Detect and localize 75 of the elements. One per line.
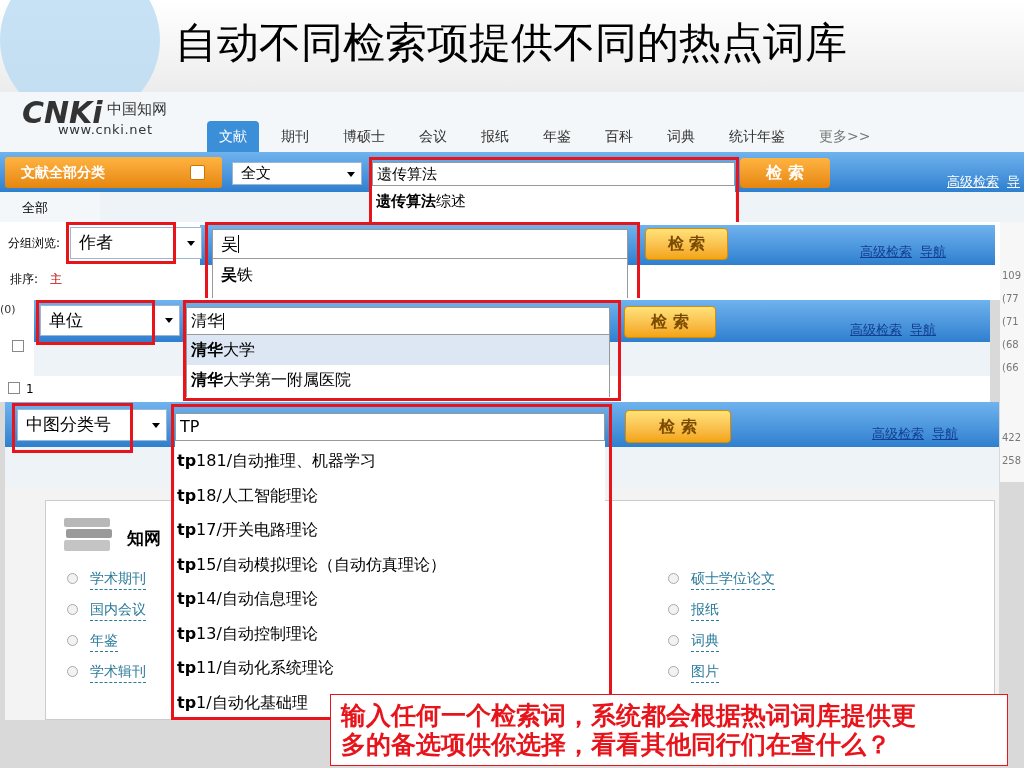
portal-link[interactable]: 报纸 xyxy=(691,598,719,621)
portal-title: 知网 xyxy=(127,527,161,550)
tab[interactable]: 更多>> xyxy=(807,121,883,152)
text-cursor xyxy=(238,235,239,253)
search-button[interactable]: 检 索 xyxy=(645,228,728,260)
nav-link[interactable]: 导 xyxy=(1007,172,1020,192)
checkbox[interactable] xyxy=(12,340,24,352)
tab[interactable]: 报纸 xyxy=(469,121,521,152)
nav-link[interactable]: 导航 xyxy=(932,424,958,444)
suggestion-item: tp14/自动信息理论 xyxy=(177,588,318,611)
suggestion-item: tp11/自动化系统理论 xyxy=(177,657,334,680)
portal-link[interactable]: 国内会议 xyxy=(90,598,146,621)
nav-link[interactable]: 高级检索 xyxy=(850,320,902,340)
count-text: 422 xyxy=(1001,431,1023,445)
sort-label: 排序: xyxy=(10,271,39,288)
nav-link[interactable]: 导航 xyxy=(920,242,946,262)
suggestion-item: tp15/自动模拟理论（自动仿真理论） xyxy=(177,553,446,576)
caret-icon xyxy=(152,423,160,428)
search-field[interactable]: TP xyxy=(175,413,605,441)
nav-link[interactable]: 高级检索 xyxy=(860,242,912,262)
logo-text: 中国知网 xyxy=(106,99,167,120)
suggestion-item: tp17/开关电路理论 xyxy=(177,519,318,542)
search-button[interactable]: 检 索 xyxy=(624,306,716,338)
portal-link[interactable]: 年鉴 xyxy=(90,629,118,652)
tab[interactable]: 会议 xyxy=(407,121,459,152)
count-text: 258 xyxy=(1001,454,1023,468)
suggestion-item: tp13/自动控制理论 xyxy=(177,622,318,645)
portal-link[interactable]: 图片 xyxy=(691,660,719,683)
nav-link[interactable]: 导航 xyxy=(910,320,936,340)
count-text: (77 xyxy=(1001,292,1020,306)
caret-icon xyxy=(347,172,355,177)
suggestion-item: 遗传算法综述 xyxy=(376,192,466,210)
count-text: 109 xyxy=(1001,269,1023,283)
count-text: (66 xyxy=(1001,361,1020,375)
search-button[interactable]: 检 索 xyxy=(625,410,731,443)
field-select[interactable]: 单位 xyxy=(40,305,180,336)
sort-option[interactable]: 主 xyxy=(50,270,62,288)
row-number: 1 xyxy=(26,381,34,398)
count-text: (68 xyxy=(1001,338,1020,352)
dropdown-icon xyxy=(190,165,205,180)
count-text: (71 xyxy=(1001,315,1020,329)
suggestion-item: tp18/人工智能理论 xyxy=(177,484,318,507)
suggestion-item: 吴铁 xyxy=(221,265,253,284)
checkbox[interactable] xyxy=(8,382,20,394)
tab[interactable]: 文献 xyxy=(207,121,259,152)
portal-link[interactable]: 学术期刊 xyxy=(90,567,146,590)
tab[interactable]: 词典 xyxy=(655,121,707,152)
search-field[interactable]: 遗传算法 xyxy=(372,162,735,186)
portal-link[interactable]: 词典 xyxy=(691,629,719,652)
search-field[interactable]: 清华 xyxy=(186,307,610,335)
count-text: (0) xyxy=(0,302,16,318)
group-label: 分组浏览: xyxy=(8,235,61,252)
field-select[interactable]: 作者 xyxy=(70,227,202,259)
tab[interactable]: 百科 xyxy=(593,121,645,152)
slide-title: 自动不同检索项提供不同的热点词库 xyxy=(175,22,847,64)
nav-link[interactable]: 高级检索 xyxy=(872,424,924,444)
tab[interactable]: 博硕士 xyxy=(331,121,397,152)
tab[interactable]: 期刊 xyxy=(269,121,321,152)
field-select[interactable]: 中图分类号 xyxy=(17,409,167,441)
caret-icon xyxy=(187,241,195,246)
books-icon xyxy=(62,516,114,554)
field-select[interactable]: 全文 xyxy=(232,162,362,185)
portal-link[interactable]: 硕士学位论文 xyxy=(691,567,775,590)
suggestion-item: tp181/自动推理、机器学习 xyxy=(177,450,377,473)
callout-text: 输入任何一个检索词，系统都会根据热词词库提供更多的备选项供你选择，看看其他同行们在查什么？ xyxy=(341,701,917,759)
suggestion-item: tp1/自动化基础理 xyxy=(177,691,308,714)
portal-link[interactable]: 学术辑刊 xyxy=(90,660,146,683)
caret-icon xyxy=(165,318,173,323)
subnav-item[interactable]: 全部 xyxy=(22,198,48,218)
text-cursor xyxy=(223,312,224,330)
search-field[interactable]: 吴 xyxy=(212,229,628,259)
nav-link[interactable]: 高级检索 xyxy=(947,172,999,192)
tab[interactable]: 年鉴 xyxy=(531,121,583,152)
suggestion-item[interactable]: 清华大学 xyxy=(187,335,609,365)
tab[interactable]: 统计年鉴 xyxy=(717,121,797,152)
